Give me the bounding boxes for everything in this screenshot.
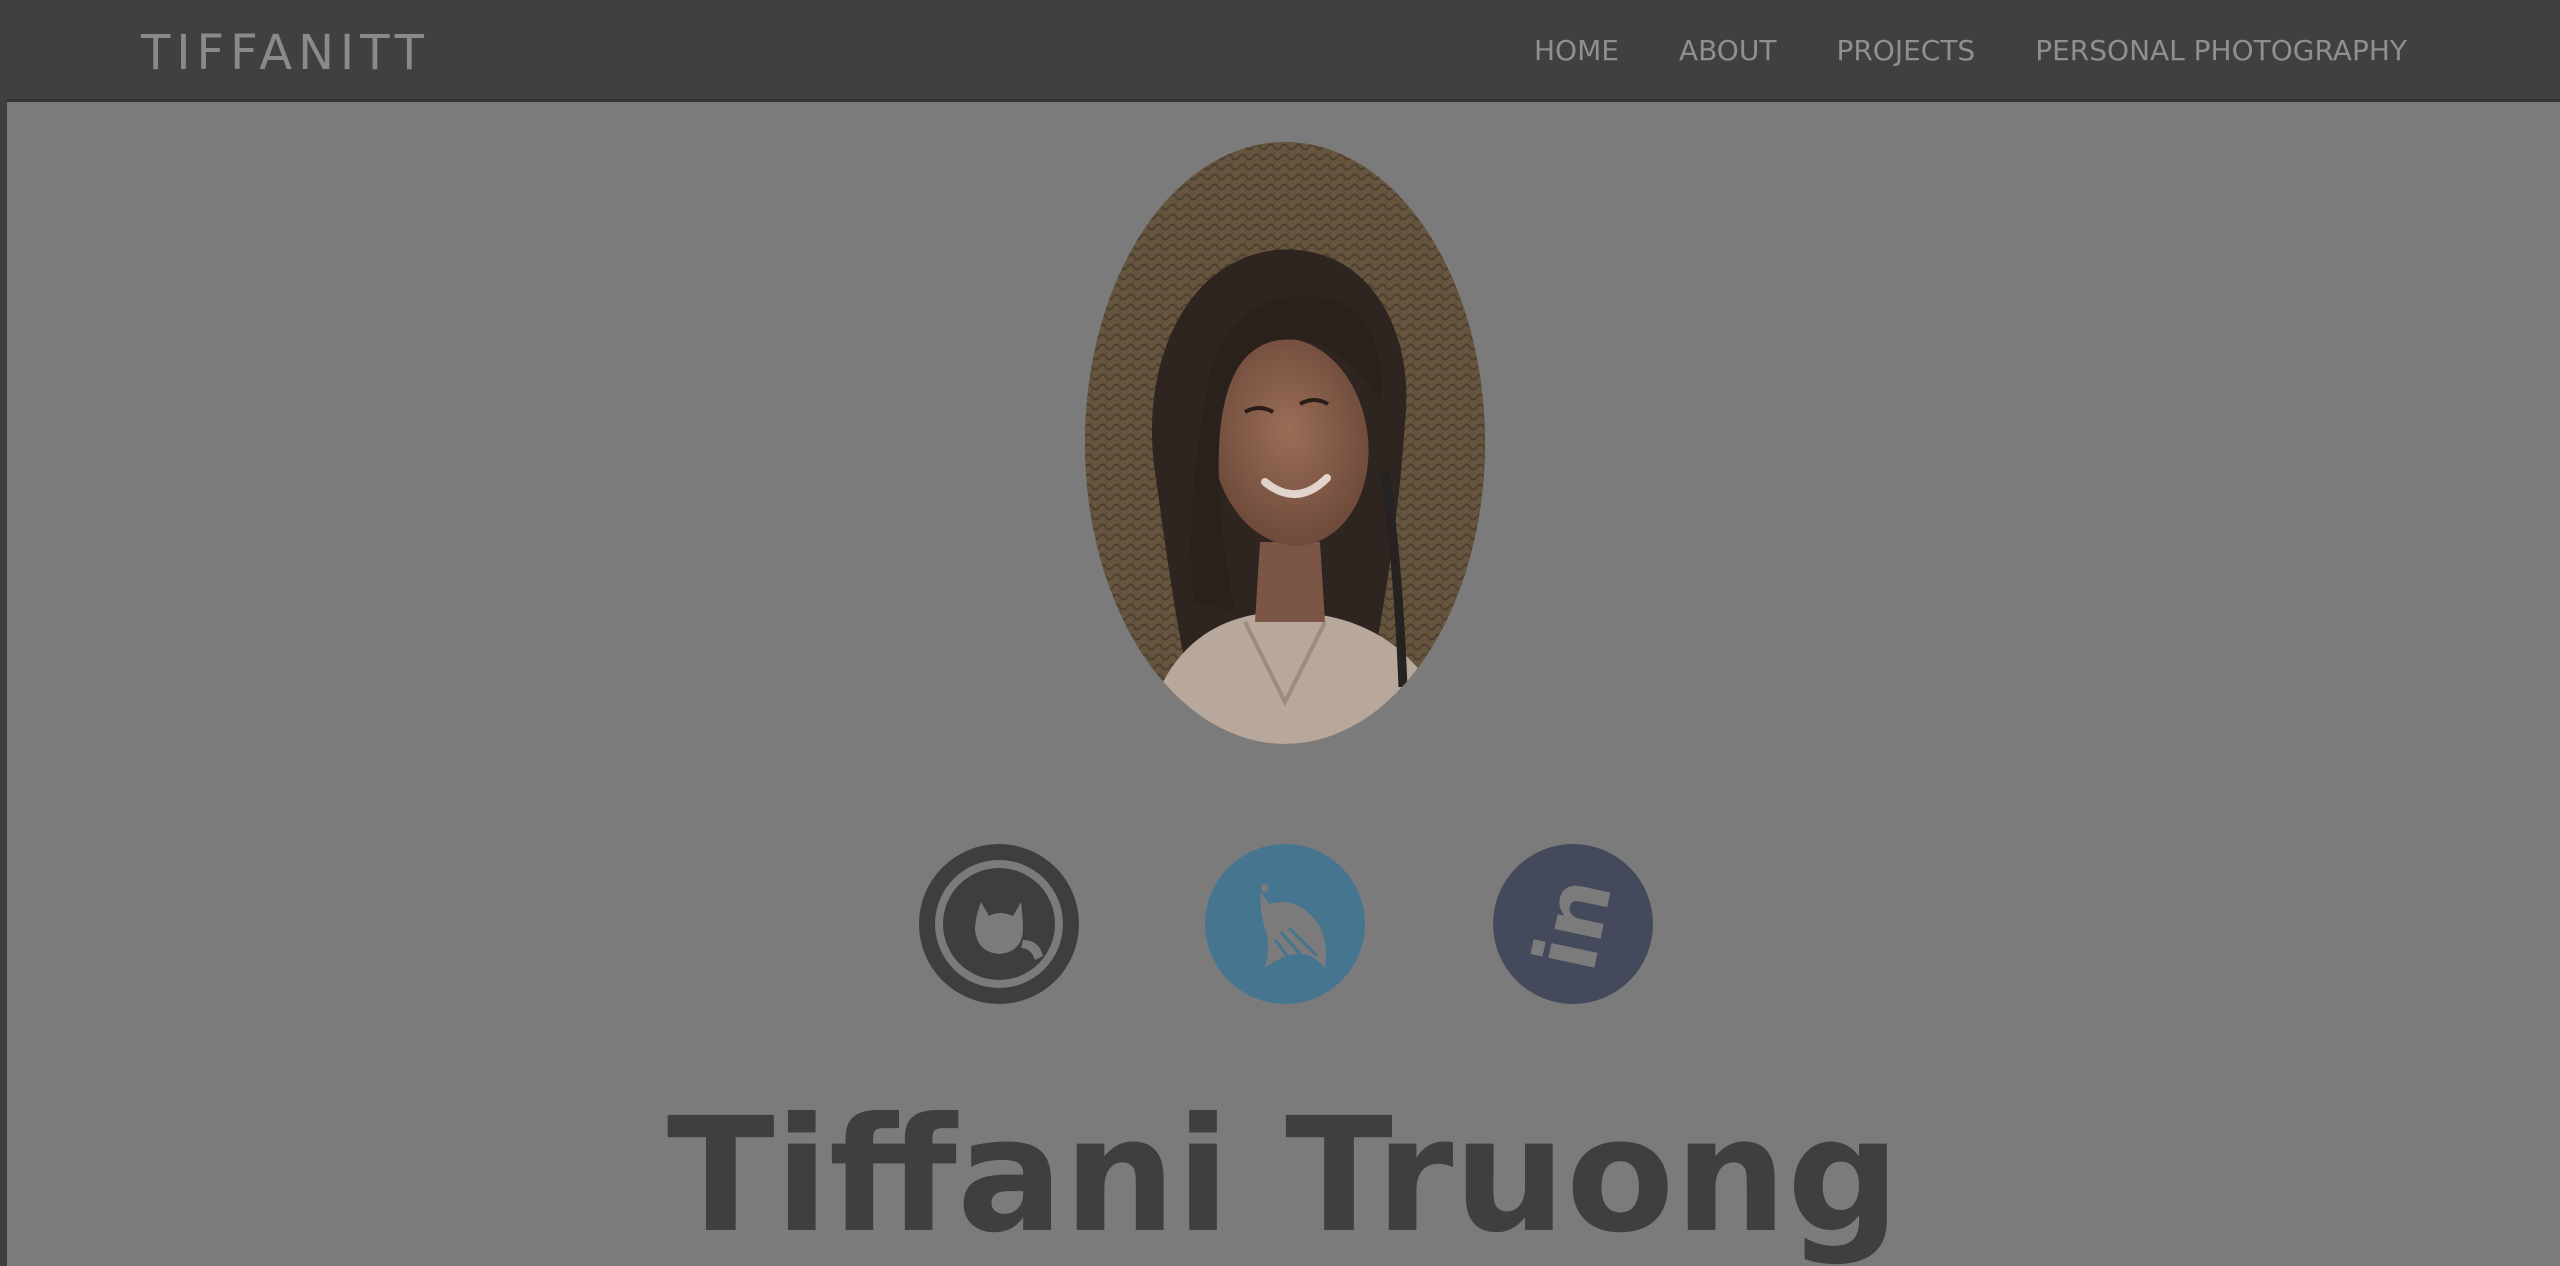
nav-home[interactable]: HOME: [1534, 32, 1619, 70]
profile-photo-illustration: [1085, 142, 1485, 744]
nav-projects[interactable]: PROJECTS: [1836, 32, 1975, 70]
profile-name: Tiffani Truong: [666, 1084, 1901, 1266]
linkedin-in-icon[interactable]: in: [1493, 844, 1653, 1004]
nav-personal-photography[interactable]: PERSONAL PHOTOGRAPHY: [2035, 32, 2407, 70]
twitter-bird-icon[interactable]: [1205, 844, 1365, 1004]
main-nav: HOME ABOUT PROJECTS PERSONAL PHOTOGRAPHY: [1534, 32, 2407, 70]
github-octocat-icon[interactable]: [919, 844, 1079, 1004]
profile-photo: [1085, 142, 1485, 744]
nav-about[interactable]: ABOUT: [1679, 32, 1777, 70]
brand-logo[interactable]: TIFFANITT: [141, 24, 430, 82]
page: TIFFANITT HOME ABOUT PROJECTS PERSONAL P…: [7, 0, 2560, 1266]
navbar: TIFFANITT HOME ABOUT PROJECTS PERSONAL P…: [7, 0, 2560, 102]
